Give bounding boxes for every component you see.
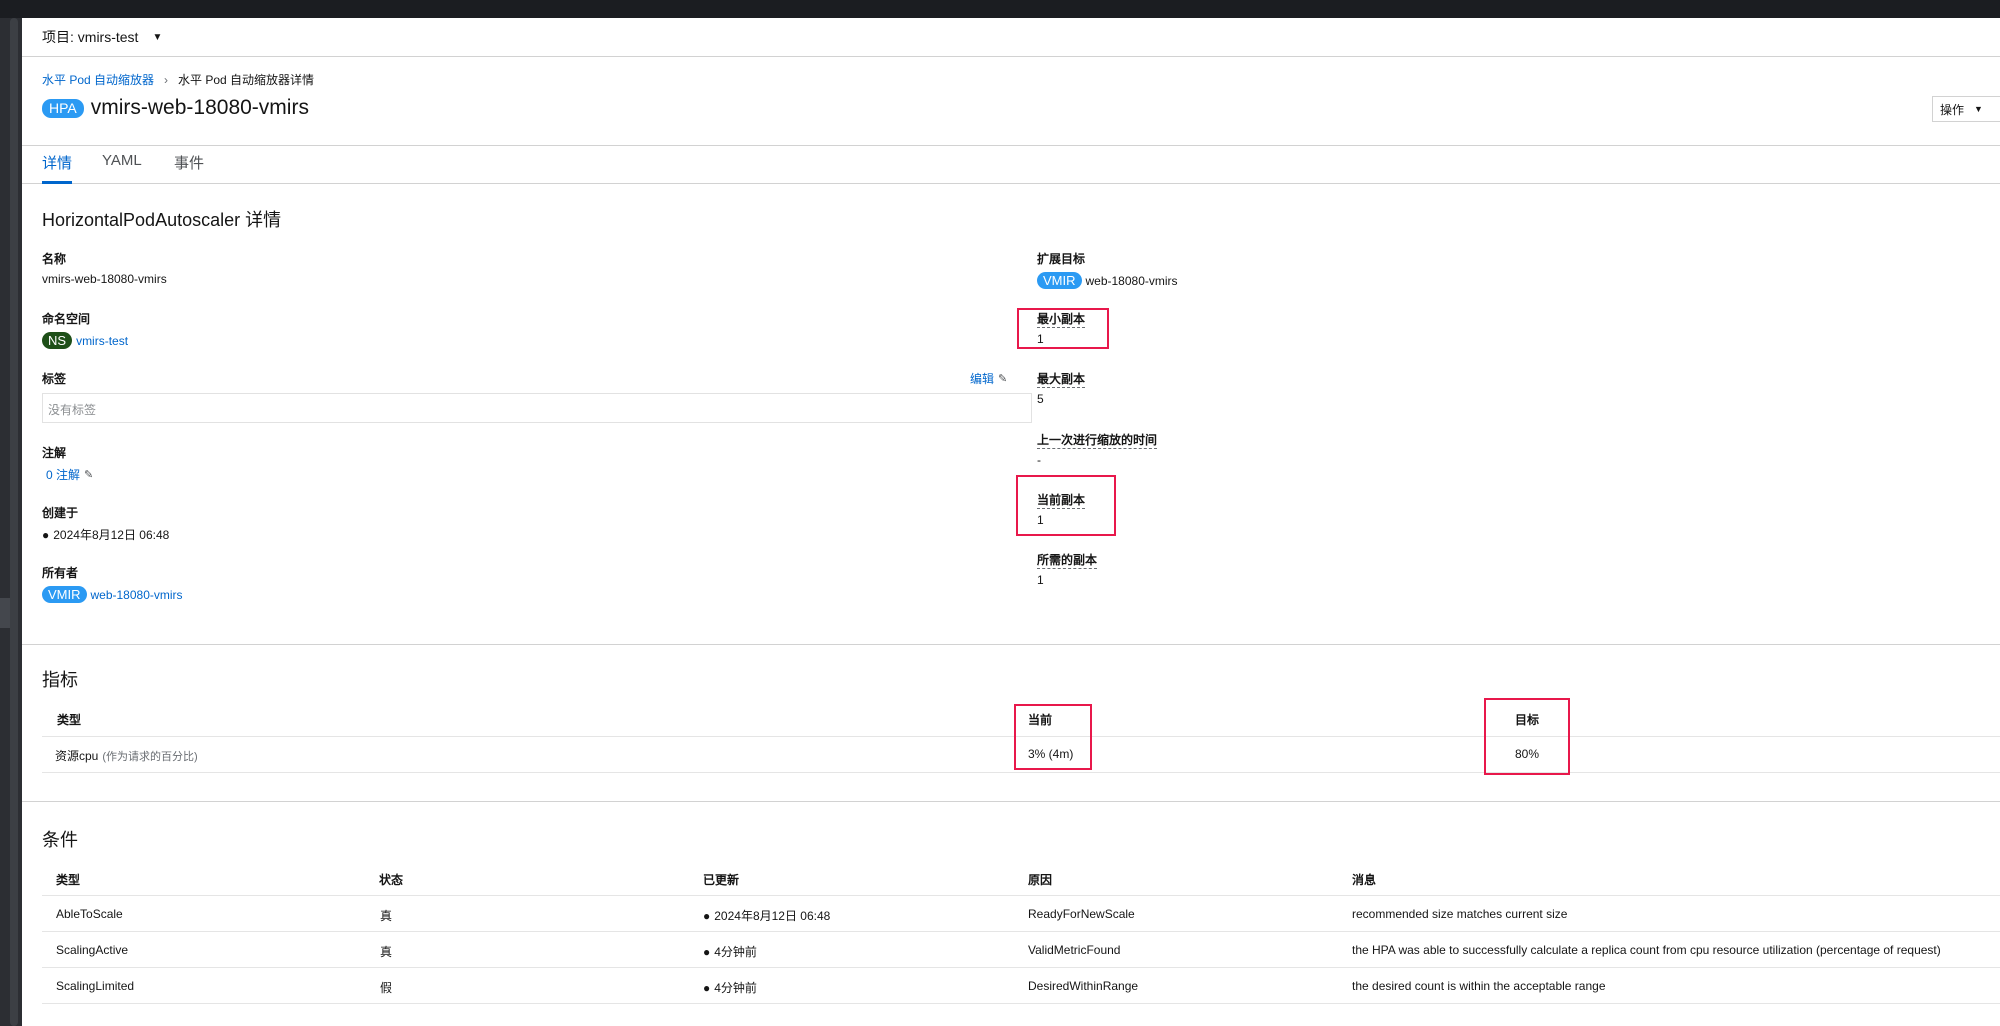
row-divider: [42, 772, 2000, 773]
globe-icon: ●: [703, 980, 711, 995]
project-label: 项目: vmirs-test: [42, 29, 139, 45]
tab-details[interactable]: 详情: [42, 152, 73, 184]
name-value: vmirs-web-18080-vmirs: [42, 272, 167, 286]
tab-events[interactable]: 事件: [174, 152, 204, 181]
globe-icon: ●: [703, 944, 711, 959]
condition-updated: ● 2024年8月12日 06:48: [703, 907, 830, 924]
annotations-label: 注解: [42, 446, 67, 460]
globe-icon: ●: [42, 527, 50, 542]
details-section-title: HorizontalPodAutoscaler 详情: [42, 210, 282, 230]
breadcrumb-current: 水平 Pod 自动缩放器详情: [178, 73, 315, 87]
namespace-label: 命名空间: [42, 312, 91, 326]
last-scale-label: 上一次进行缩放的时间: [1037, 433, 1158, 449]
metric-type: 资源cpu: [55, 749, 99, 763]
namespace-value: NS vmirs-test: [42, 332, 128, 349]
ns-badge: NS: [42, 332, 73, 349]
top-masthead: [0, 0, 2000, 18]
condition-updated: ● 4分钟前: [703, 979, 757, 996]
caret-down-icon: ▼: [1974, 104, 1983, 114]
metric-type-cell: 资源cpu (作为请求的百分比): [55, 747, 198, 764]
condition-updated-text: 4分钟前: [714, 981, 757, 995]
breadcrumb-parent-link[interactable]: 水平 Pod 自动缩放器: [42, 71, 154, 88]
row-divider: [42, 967, 2000, 968]
conditions-header-type: 类型: [56, 873, 81, 887]
hpa-badge: HPA: [42, 98, 84, 118]
condition-updated-text: 2024年8月12日 06:48: [714, 909, 831, 923]
section-divider: [22, 644, 2000, 645]
name-label: 名称: [42, 252, 67, 266]
sidebar-scrollbar[interactable]: [10, 18, 18, 1026]
actions-dropdown-button[interactable]: 操作 ▼: [1932, 96, 2000, 122]
project-selector[interactable]: 项目: vmirs-test ▼: [22, 18, 2000, 57]
labels-edit-button[interactable]: 编辑 ✎: [970, 370, 1007, 387]
breadcrumb: 水平 Pod 自动缩放器 › 水平 Pod 自动缩放器详情: [42, 71, 314, 88]
owner-value: VMIR web-18080-vmirs: [42, 586, 183, 603]
highlight-current-replicas: [1016, 475, 1116, 536]
conditions-header-status: 状态: [379, 873, 404, 887]
highlight-metric-target: [1484, 698, 1570, 775]
condition-type: ScalingLimited: [56, 979, 135, 993]
condition-status: 假: [380, 981, 393, 995]
condition-status: 真: [380, 909, 393, 923]
max-replicas-value: 5: [1037, 392, 1044, 406]
row-divider: [42, 895, 2000, 896]
condition-type: ScalingActive: [56, 943, 129, 957]
metric-type-note: (作为请求的百分比): [102, 750, 198, 763]
pencil-icon: ✎: [84, 469, 94, 481]
condition-status: 真: [380, 945, 393, 959]
section-divider: [22, 801, 2000, 802]
tab-yaml[interactable]: YAML: [102, 152, 142, 177]
condition-updated-text: 4分钟前: [714, 945, 757, 959]
created-timestamp: 2024年8月12日 06:48: [53, 528, 170, 542]
scale-target-name: web-18080-vmirs: [1085, 273, 1178, 288]
caret-down-icon: ▼: [152, 31, 163, 43]
desired-replicas-value: 1: [1037, 573, 1044, 587]
condition-type: AbleToScale: [56, 907, 123, 921]
highlight-metric-current: [1014, 704, 1092, 770]
namespace-link[interactable]: vmirs-test: [76, 334, 128, 348]
created-label: 创建于: [42, 506, 79, 520]
highlight-min-replicas: [1017, 308, 1109, 349]
pencil-icon: ✎: [998, 373, 1008, 385]
annotations-link[interactable]: 0 注解: [46, 466, 80, 483]
actions-label: 操作: [1940, 102, 1965, 117]
scale-target-label: 扩展目标: [1037, 252, 1086, 266]
metrics-header-type: 类型: [57, 713, 82, 727]
labels-edit-label: 编辑: [970, 372, 995, 386]
page-title: vmirs-web-18080-vmirs: [90, 96, 309, 119]
owner-label: 所有者: [42, 566, 79, 580]
metrics-section-title: 指标: [42, 670, 78, 690]
created-value: ● 2024年8月12日 06:48: [42, 526, 169, 543]
labels-box: 没有标签: [42, 393, 1032, 423]
row-divider: [42, 1003, 2000, 1004]
condition-message: the desired count is within the acceptab…: [1352, 979, 1606, 993]
condition-message: recommended size matches current size: [1352, 907, 1568, 921]
conditions-header-message: 消息: [1352, 873, 1377, 887]
last-scale-value: -: [1037, 453, 1041, 467]
owner-link[interactable]: web-18080-vmirs: [91, 588, 183, 602]
condition-reason: DesiredWithinRange: [1028, 979, 1139, 993]
main-content: 项目: vmirs-test ▼ 水平 Pod 自动缩放器 › 水平 Pod 自…: [22, 18, 2000, 1026]
left-sidebar-edge: [0, 18, 22, 1026]
scale-target-value: VMIR web-18080-vmirs: [1037, 272, 1178, 289]
vmir-badge: VMIR: [1037, 272, 1082, 289]
page-title-row: HPA vmirs-web-18080-vmirs: [42, 96, 309, 120]
sidebar-active-marker: [0, 598, 10, 628]
vmir-badge: VMIR: [42, 586, 87, 603]
chevron-right-icon: ›: [164, 72, 169, 87]
condition-reason: ValidMetricFound: [1028, 943, 1121, 957]
labels-label: 标签: [42, 372, 67, 386]
tab-bar: 详情 YAML 事件: [22, 145, 2000, 184]
condition-message: the HPA was able to successfully calcula…: [1352, 943, 1941, 957]
max-replicas-label: 最大副本: [1037, 372, 1086, 388]
desired-replicas-label: 所需的副本: [1037, 553, 1098, 569]
condition-reason: ReadyForNewScale: [1028, 907, 1135, 921]
condition-updated: ● 4分钟前: [703, 943, 757, 960]
conditions-section-title: 条件: [42, 830, 78, 850]
annotations-value[interactable]: 0 注解 ✎: [42, 466, 93, 483]
globe-icon: ●: [703, 908, 711, 923]
conditions-header-updated: 已更新: [703, 873, 740, 887]
conditions-header-reason: 原因: [1028, 873, 1053, 887]
row-divider: [42, 931, 2000, 932]
